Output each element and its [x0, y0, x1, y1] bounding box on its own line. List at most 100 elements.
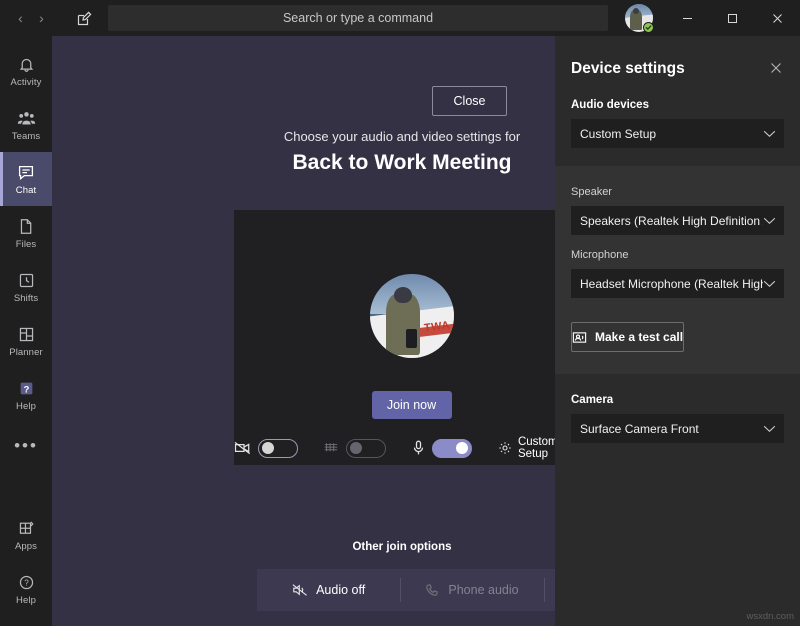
sidebar-item-label: Help	[16, 594, 36, 606]
sidebar-item-files[interactable]: Files	[0, 206, 52, 260]
other-join-options-bar: Audio off Phone audio	[257, 569, 555, 611]
join-option-audio-off[interactable]: Audio off	[257, 569, 400, 611]
mic-toggle-knob	[455, 442, 468, 454]
microphone-icon	[412, 440, 425, 456]
chat-bubble-icon	[17, 163, 35, 183]
camera-label: Camera	[571, 394, 614, 406]
join-now-button[interactable]: Join now	[371, 391, 452, 419]
bell-icon	[18, 55, 35, 75]
blur-toggle-knob	[350, 442, 363, 454]
sidebar-item-label: Shifts	[13, 292, 39, 304]
background-blur-icon	[323, 441, 339, 455]
sidebar-item-activity[interactable]: Activity	[0, 44, 52, 98]
sidebar-item-help[interactable]: ? Help	[0, 562, 52, 616]
search-placeholder: Search or type a command	[282, 11, 434, 25]
sidebar-item-apps[interactable]: Apps	[0, 508, 52, 562]
blur-control-group	[323, 438, 387, 458]
close-window-button[interactable]	[755, 0, 800, 36]
camera-control-group	[234, 438, 298, 458]
join-option-label: Phone audio	[448, 583, 519, 597]
clock-icon	[18, 271, 35, 291]
other-join-options-heading: Other join options	[352, 541, 452, 553]
sidebar-item-label: Help	[16, 400, 36, 412]
sidebar-item-label: Apps	[14, 540, 38, 552]
people-icon	[17, 109, 36, 129]
sidebar-item-shifts[interactable]: Shifts	[0, 260, 52, 314]
prejoin-subtitle: Choose your audio and video settings for	[283, 129, 521, 144]
back-icon[interactable]: ‹	[12, 11, 30, 25]
sidebar-item-help-app[interactable]: ? Help	[0, 368, 52, 422]
make-test-call-button[interactable]: Make a test call	[571, 322, 685, 352]
camera-dropdown[interactable]: Surface Camera Front	[571, 414, 784, 443]
forward-icon[interactable]: ›	[33, 11, 51, 25]
planner-grid-icon	[18, 325, 35, 345]
rail-bottom-group: Apps ? Help	[0, 508, 52, 626]
settings-header-section: Device settings Audio devices Custom Set…	[555, 36, 800, 166]
close-prejoin-button[interactable]: Close	[432, 86, 507, 116]
audio-devices-label: Audio devices	[571, 99, 649, 111]
app-body: Activity Teams Chat Files Shifts Planner…	[0, 36, 800, 626]
sidebar-item-label: Teams	[11, 130, 41, 142]
maximize-button[interactable]	[710, 0, 755, 36]
meeting-title: Back to Work Meeting	[292, 151, 512, 174]
sidebar-item-label: Planner	[9, 346, 43, 358]
speaker-muted-icon	[292, 583, 308, 597]
microphone-toggle[interactable]	[431, 438, 472, 458]
sidebar-item-label: Chat	[15, 184, 37, 196]
minimize-button[interactable]	[665, 0, 710, 36]
teams-app-window: ‹ › Search or type a command Activity Te…	[0, 0, 800, 626]
audio-devices-value: Custom Setup	[580, 126, 657, 141]
gear-icon	[498, 441, 512, 455]
help-circle-icon: ?	[18, 573, 35, 593]
video-preview-panel: TWA Join now Custom Setup	[234, 210, 555, 465]
panel-title: Device settings	[571, 60, 685, 77]
speaker-label: Speaker	[571, 186, 612, 198]
watermark: wsxdn.com	[746, 611, 794, 622]
search-input[interactable]: Search or type a command	[108, 5, 608, 31]
sidebar-item-planner[interactable]: Planner	[0, 314, 52, 368]
preview-avatar-head	[393, 286, 413, 304]
speaker-value: Speakers (Realtek High Definition Au...	[580, 213, 763, 228]
settings-camera-section: Camera Surface Camera Front	[555, 374, 800, 443]
phone-icon	[425, 583, 440, 598]
device-settings-button[interactable]: Custom Setup	[498, 436, 555, 460]
background-blur-toggle[interactable]	[346, 438, 387, 458]
prejoin-screen: Close Choose your audio and video settin…	[52, 36, 555, 626]
help-filled-icon: ?	[18, 379, 35, 399]
compose-new-chat-icon[interactable]	[62, 0, 106, 36]
preview-avatar: TWA	[369, 274, 454, 358]
speaker-dropdown[interactable]: Speakers (Realtek High Definition Au...	[571, 206, 784, 235]
sidebar-item-teams[interactable]: Teams	[0, 98, 52, 152]
sidebar-item-label: Activity	[10, 76, 42, 88]
chevron-down-icon	[763, 425, 776, 433]
preview-avatar-device	[406, 329, 418, 348]
apps-icon	[18, 519, 35, 539]
file-icon	[18, 217, 34, 237]
device-settings-label: Custom Setup	[517, 436, 555, 460]
camera-toggle-knob	[262, 442, 274, 454]
close-icon[interactable]	[768, 60, 784, 79]
settings-audio-section: Speaker Speakers (Realtek High Definitio…	[555, 166, 800, 374]
sidebar-item-chat[interactable]: Chat	[0, 152, 52, 206]
more-apps-button[interactable]: •••	[0, 422, 52, 470]
join-option-phone-audio[interactable]: Phone audio	[400, 569, 543, 611]
presence-available-icon	[643, 22, 654, 33]
microphone-label: Microphone	[571, 249, 629, 261]
test-call-label: Make a test call	[595, 330, 684, 344]
prejoin-controls: Custom Setup	[234, 436, 555, 460]
camera-toggle[interactable]	[258, 438, 298, 458]
spacer-speaker	[571, 235, 784, 249]
camera-value: Surface Camera Front	[580, 421, 699, 436]
avatar[interactable]	[625, 4, 654, 33]
chevron-down-icon	[763, 217, 776, 225]
microphone-dropdown[interactable]: Headset Microphone (Realtek High D...	[571, 269, 784, 298]
spacer-audio	[571, 148, 784, 166]
title-bar: ‹ › Search or type a command	[0, 0, 800, 36]
join-option-add-a-room[interactable]: Add a ro	[543, 569, 555, 611]
sidebar-item-label: Files	[15, 238, 37, 250]
settings-header: Device settings	[571, 36, 784, 99]
camera-off-icon	[234, 441, 251, 455]
audio-devices-dropdown[interactable]: Custom Setup	[571, 119, 784, 148]
chevron-down-icon	[763, 280, 776, 288]
microphone-value: Headset Microphone (Realtek High D...	[580, 276, 763, 291]
